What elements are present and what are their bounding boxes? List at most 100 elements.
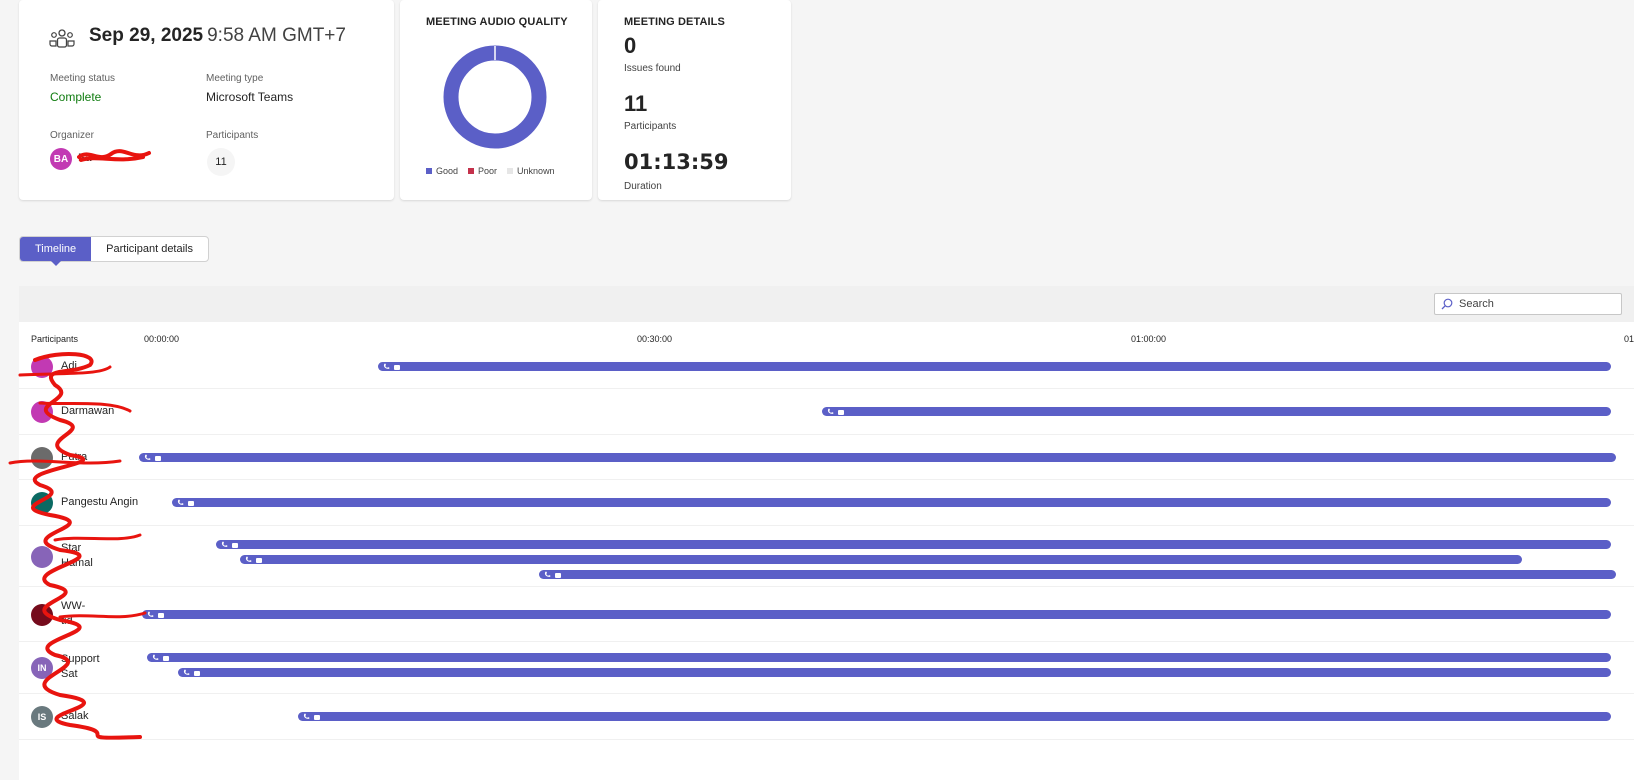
camera-icon — [555, 572, 562, 578]
participant-avatar — [31, 604, 53, 626]
duration-value: 01:13:59 — [624, 150, 729, 174]
session-icons — [144, 454, 161, 461]
phone-icon — [828, 408, 834, 414]
phone-icon — [144, 454, 151, 460]
session-bar[interactable] — [146, 653, 1612, 662]
audio-quality-card: MEETING AUDIO QUALITY Good Poor Unknown — [400, 0, 592, 200]
meeting-date: Sep 29, 2025 — [89, 25, 204, 46]
participant-name[interactable]: tid — [61, 615, 73, 627]
audio-quality-donut — [443, 45, 547, 149]
search-box[interactable] — [1434, 293, 1622, 315]
session-bar[interactable] — [215, 540, 1612, 549]
donut-good-segment — [443, 45, 547, 149]
legend-unknown-swatch — [507, 168, 514, 174]
tick-label-0: 00:00:00 — [144, 334, 180, 344]
tick-label-1: 00:30:00 — [637, 334, 673, 344]
meeting-details-card: MEETING DETAILS 0 Issues found 11 Partic… — [598, 0, 791, 200]
camera-icon — [187, 500, 194, 506]
camera-icon — [255, 557, 262, 563]
participant-avatar — [31, 546, 53, 568]
meeting-status-value: Complete — [50, 90, 102, 104]
participant-avatar: IN — [31, 657, 53, 679]
participant-row[interactable]: Adi — [19, 344, 1634, 389]
session-icons — [383, 363, 400, 370]
participants-column-header: Participants — [31, 334, 79, 344]
view-tabs: Timeline Participant details — [19, 236, 209, 266]
session-icons — [827, 408, 845, 415]
session-icons — [303, 713, 320, 720]
session-icons — [544, 571, 562, 578]
session-bar[interactable] — [171, 498, 1612, 507]
participant-avatar: IS — [31, 706, 53, 728]
participant-name[interactable]: Adi — [61, 360, 77, 372]
participant-name[interactable]: Putra — [61, 451, 87, 463]
participant-row[interactable]: Pangestu Angin — [19, 480, 1634, 526]
camera-icon — [155, 455, 161, 461]
tick-label-3: 01 — [1624, 334, 1634, 344]
phone-icon — [545, 571, 551, 577]
meeting-details-title: MEETING DETAILS — [624, 16, 725, 28]
participant-avatar — [31, 401, 53, 423]
participant-avatar — [31, 356, 53, 378]
participant-row[interactable]: IS Salak — [19, 694, 1634, 740]
participants-label: Participants — [206, 130, 259, 141]
session-icons — [221, 541, 238, 548]
participant-name[interactable]: Salak — [61, 710, 89, 722]
participant-name[interactable]: Pangestu Angin — [61, 496, 138, 508]
participant-name[interactable]: Sat — [61, 668, 78, 680]
session-bar[interactable] — [139, 453, 1617, 462]
participant-name[interactable]: Hamal — [61, 557, 93, 569]
issues-found-value: 0 — [624, 33, 637, 58]
session-bar[interactable] — [142, 610, 1612, 619]
search-icon — [1441, 298, 1453, 310]
session-icons — [177, 499, 194, 506]
participants-count-badge[interactable]: 11 — [207, 148, 235, 176]
phone-icon — [184, 669, 190, 675]
phone-icon — [177, 499, 184, 505]
camera-icon — [231, 542, 238, 548]
meeting-people-icon — [49, 29, 75, 48]
session-icons — [147, 611, 165, 618]
meeting-date-time: Sep 29, 2025 9:58 AM GMT+7 — [89, 25, 346, 47]
legend-good-label: Good — [436, 166, 459, 176]
legend-poor-swatch — [468, 168, 475, 174]
camera-icon — [838, 409, 845, 415]
timeline-panel: Participants 00:00:00 00:30:00 01:00:00 … — [19, 322, 1634, 780]
legend-good: Good — [426, 166, 458, 176]
tab-timeline[interactable]: Timeline — [20, 237, 92, 266]
participant-row[interactable]: IN Support Sat — [19, 642, 1634, 694]
participant-name[interactable]: Star — [61, 542, 81, 554]
session-icons — [152, 654, 169, 661]
participant-row[interactable]: Putra — [19, 435, 1634, 480]
audio-quality-title: MEETING AUDIO QUALITY — [426, 16, 568, 28]
participant-name[interactable]: Darmawan — [61, 405, 114, 417]
legend-good-swatch — [426, 168, 432, 174]
session-bar[interactable] — [377, 362, 1612, 371]
search-input[interactable] — [1459, 298, 1609, 310]
meeting-type-value: Microsoft Teams — [206, 90, 294, 104]
session-bar[interactable] — [178, 668, 1612, 677]
legend-poor-label: Poor — [478, 166, 498, 176]
session-icons — [183, 669, 201, 676]
participant-row[interactable]: WW-tid — [19, 587, 1634, 642]
session-bar[interactable] — [239, 555, 1522, 564]
session-bar[interactable] — [297, 712, 1612, 721]
participant-row[interactable]: Star Hamal — [19, 526, 1634, 587]
camera-icon — [313, 714, 320, 720]
meeting-status-label: Meeting status — [50, 73, 116, 84]
camera-icon — [162, 655, 169, 661]
camera-icon — [158, 612, 165, 618]
session-bar[interactable] — [822, 407, 1612, 416]
meeting-type-label: Meeting type — [206, 73, 264, 84]
participant-row[interactable]: Darmawan — [19, 389, 1634, 435]
participant-name[interactable]: Support — [61, 653, 100, 665]
phone-icon — [303, 713, 309, 719]
camera-icon — [393, 364, 400, 370]
participant-name[interactable]: WW- — [61, 600, 85, 612]
organizer-avatar[interactable]: BA — [50, 148, 72, 170]
session-bar[interactable] — [539, 570, 1617, 579]
session-icons — [245, 556, 262, 563]
tab-participant-details[interactable]: Participant details — [91, 237, 208, 261]
participant-avatar — [31, 447, 53, 469]
timeline-toolbar — [19, 286, 1634, 322]
